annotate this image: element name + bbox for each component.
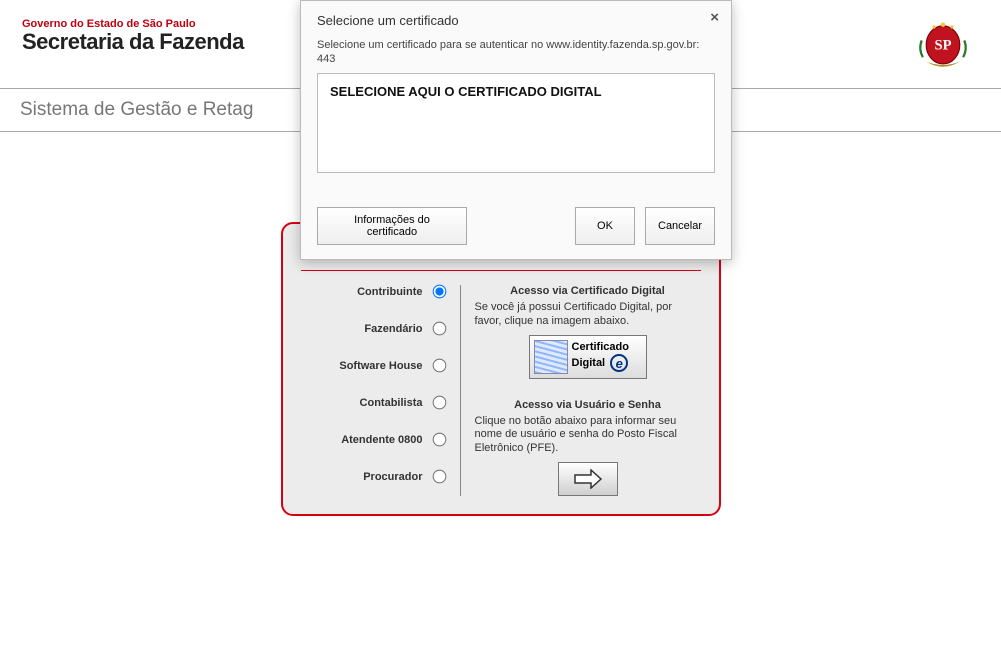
profile-label: Atendente 0800 bbox=[341, 434, 422, 446]
cert-access-desc: Se você já possui Certificado Digital, p… bbox=[475, 301, 701, 329]
e-badge-icon: e bbox=[610, 354, 628, 372]
profile-label: Contribuinte bbox=[357, 286, 422, 298]
profile-radio-atendente[interactable] bbox=[432, 433, 446, 447]
cert-button-text: Certificado Digital e bbox=[572, 341, 629, 371]
profile-radio-fazendario[interactable] bbox=[432, 322, 446, 336]
certificate-list-item[interactable]: SELECIONE AQUI O CERTIFICADO DIGITAL bbox=[330, 84, 702, 99]
profile-label: Procurador bbox=[363, 471, 422, 483]
dialog-subtext: Selecione um certificado para se autenti… bbox=[317, 38, 715, 67]
login-panel: Selecione abaixo seu perfil e o tipo de … bbox=[281, 222, 721, 516]
profile-radio-contabilista[interactable] bbox=[432, 396, 446, 410]
dialog-actions: Informações do certificado OK Cancelar bbox=[317, 207, 715, 245]
user-access-title: Acesso via Usuário e Senha bbox=[475, 399, 701, 411]
profile-option-atendente[interactable]: Atendente 0800 bbox=[301, 433, 446, 446]
close-icon: × bbox=[710, 9, 719, 26]
profile-option-contabilista[interactable]: Contabilista bbox=[301, 396, 446, 409]
profiles-column: Contribuinte Fazendário Software House C… bbox=[301, 285, 461, 496]
ok-button[interactable]: OK bbox=[575, 207, 635, 245]
profile-option-contribuinte[interactable]: Contribuinte bbox=[301, 285, 446, 298]
panel-body: Contribuinte Fazendário Software House C… bbox=[301, 285, 701, 496]
dialog-close-button[interactable]: × bbox=[710, 9, 719, 26]
profile-label: Contabilista bbox=[360, 397, 423, 409]
select-certificate-dialog: × Selecione um certificado Selecione um … bbox=[300, 0, 732, 260]
certificate-info-button[interactable]: Informações do certificado bbox=[317, 207, 467, 245]
panel-divider bbox=[301, 270, 701, 271]
certificate-listbox[interactable]: SELECIONE AQUI O CERTIFICADO DIGITAL bbox=[317, 73, 715, 173]
profile-option-softwarehouse[interactable]: Software House bbox=[301, 359, 446, 372]
profile-radio-contribuinte[interactable] bbox=[432, 285, 446, 299]
svg-text:SP: SP bbox=[935, 37, 952, 53]
sp-state-crest-icon: SP bbox=[915, 18, 971, 74]
user-login-button[interactable] bbox=[558, 462, 618, 496]
access-column: Acesso via Certificado Digital Se você j… bbox=[475, 285, 701, 496]
binary-pattern-icon bbox=[534, 340, 568, 374]
user-access-desc: Clique no botão abaixo para informar seu… bbox=[475, 415, 701, 456]
profile-option-procurador[interactable]: Procurador bbox=[301, 470, 446, 483]
dialog-title: Selecione um certificado bbox=[317, 13, 715, 28]
arrow-right-icon bbox=[573, 469, 603, 489]
cert-access-title: Acesso via Certificado Digital bbox=[475, 285, 701, 297]
header-brand: Governo do Estado de São Paulo Secretari… bbox=[22, 18, 244, 54]
profile-radio-procurador[interactable] bbox=[432, 470, 446, 484]
cancel-button[interactable]: Cancelar bbox=[645, 207, 715, 245]
profile-label: Fazendário bbox=[364, 323, 422, 335]
profile-option-fazendario[interactable]: Fazendário bbox=[301, 322, 446, 335]
secretaria-line: Secretaria da Fazenda bbox=[22, 30, 244, 54]
profile-label: Software House bbox=[339, 360, 422, 372]
certificado-digital-button[interactable]: Certificado Digital e bbox=[529, 335, 647, 379]
profile-radio-softwarehouse[interactable] bbox=[432, 359, 446, 373]
